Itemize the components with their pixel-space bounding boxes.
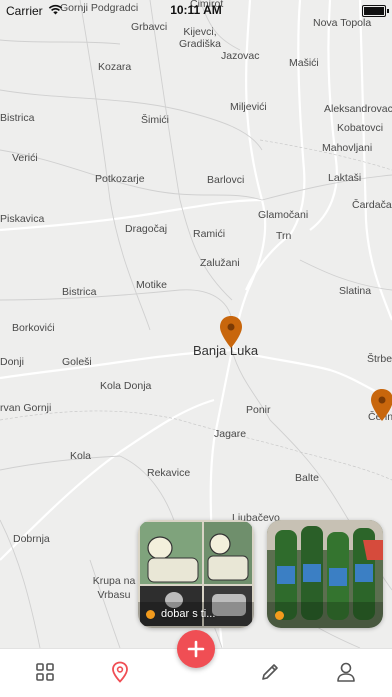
status-dot bbox=[146, 609, 155, 619]
place-label: Glamočani bbox=[258, 209, 309, 221]
place-label: Verići bbox=[12, 152, 38, 164]
card-caption bbox=[275, 611, 377, 620]
card-caption: dobar s ti... bbox=[146, 608, 248, 620]
place-label: Čardača bbox=[352, 199, 392, 211]
place-label: Šimići bbox=[141, 114, 169, 126]
grid-icon bbox=[36, 663, 54, 681]
place-label: Miljevići bbox=[230, 101, 267, 113]
place-label: Laktaši bbox=[328, 172, 362, 184]
card-caption-text: dobar s ti... bbox=[161, 608, 216, 620]
place-label: Štrbe bbox=[367, 353, 392, 365]
photo-card[interactable] bbox=[267, 520, 383, 628]
place-label: Rekavice bbox=[147, 467, 191, 479]
photo-card[interactable]: dobar s ti... bbox=[138, 520, 254, 628]
place-label: Balte bbox=[295, 472, 319, 484]
place-label: Jagare bbox=[214, 428, 247, 440]
place-label: Jazovac bbox=[221, 50, 260, 62]
pencil-icon bbox=[262, 664, 278, 680]
map-pin-icon bbox=[220, 316, 242, 348]
place-label: Krupa na Vrbasu bbox=[92, 575, 136, 601]
place-label: Piskavica bbox=[0, 213, 45, 225]
status-bar: Carrier 10:11 AM bbox=[0, 0, 392, 20]
tab-edit[interactable] bbox=[256, 659, 284, 685]
place-label: Kijevci, Gradiška bbox=[178, 26, 221, 50]
map-pin-icon bbox=[112, 661, 128, 683]
place-label: Bistrica bbox=[62, 286, 97, 298]
place-label: Kozara bbox=[98, 61, 132, 73]
status-time: 10:11 AM bbox=[170, 3, 222, 17]
place-label: Zalužani bbox=[200, 257, 240, 269]
user-icon bbox=[337, 662, 355, 682]
place-label: Motike bbox=[136, 279, 167, 291]
status-dot bbox=[275, 611, 284, 620]
tab-profile[interactable] bbox=[332, 659, 360, 685]
tab-map[interactable] bbox=[106, 659, 134, 685]
place-label: Ponir bbox=[246, 404, 271, 416]
place-label: Donji bbox=[0, 356, 24, 368]
place-label: Potkozarje bbox=[95, 173, 145, 185]
battery-icon bbox=[362, 5, 389, 17]
place-label: Slatina bbox=[339, 285, 372, 297]
place-label: Dragočaj bbox=[125, 223, 168, 235]
place-label: Mašići bbox=[289, 57, 319, 69]
plus-icon bbox=[187, 640, 205, 658]
map-pin[interactable] bbox=[370, 388, 392, 422]
place-label: Kola Donja bbox=[100, 380, 152, 392]
place-label: Barlovci bbox=[207, 174, 245, 186]
place-label: Trn bbox=[276, 230, 292, 242]
place-label: Ramići bbox=[193, 228, 226, 240]
place-label: Kobatovci bbox=[337, 122, 384, 134]
place-label: Goleši bbox=[62, 356, 92, 368]
place-label: Mahovljani bbox=[322, 142, 373, 154]
place-label: Borkovići bbox=[12, 322, 55, 334]
tab-grid[interactable] bbox=[31, 659, 59, 685]
map-pin[interactable] bbox=[219, 315, 243, 349]
place-label: rvan Gornji bbox=[0, 402, 52, 414]
map-pin-icon bbox=[371, 389, 392, 421]
place-label: Kola bbox=[70, 450, 92, 462]
place-label: Grbavci bbox=[131, 21, 168, 33]
add-post-button[interactable] bbox=[177, 630, 215, 668]
place-label: Bistrica bbox=[0, 112, 35, 124]
place-label: Dobrnja bbox=[13, 533, 50, 545]
place-label: Aleksandrovac bbox=[324, 103, 392, 115]
